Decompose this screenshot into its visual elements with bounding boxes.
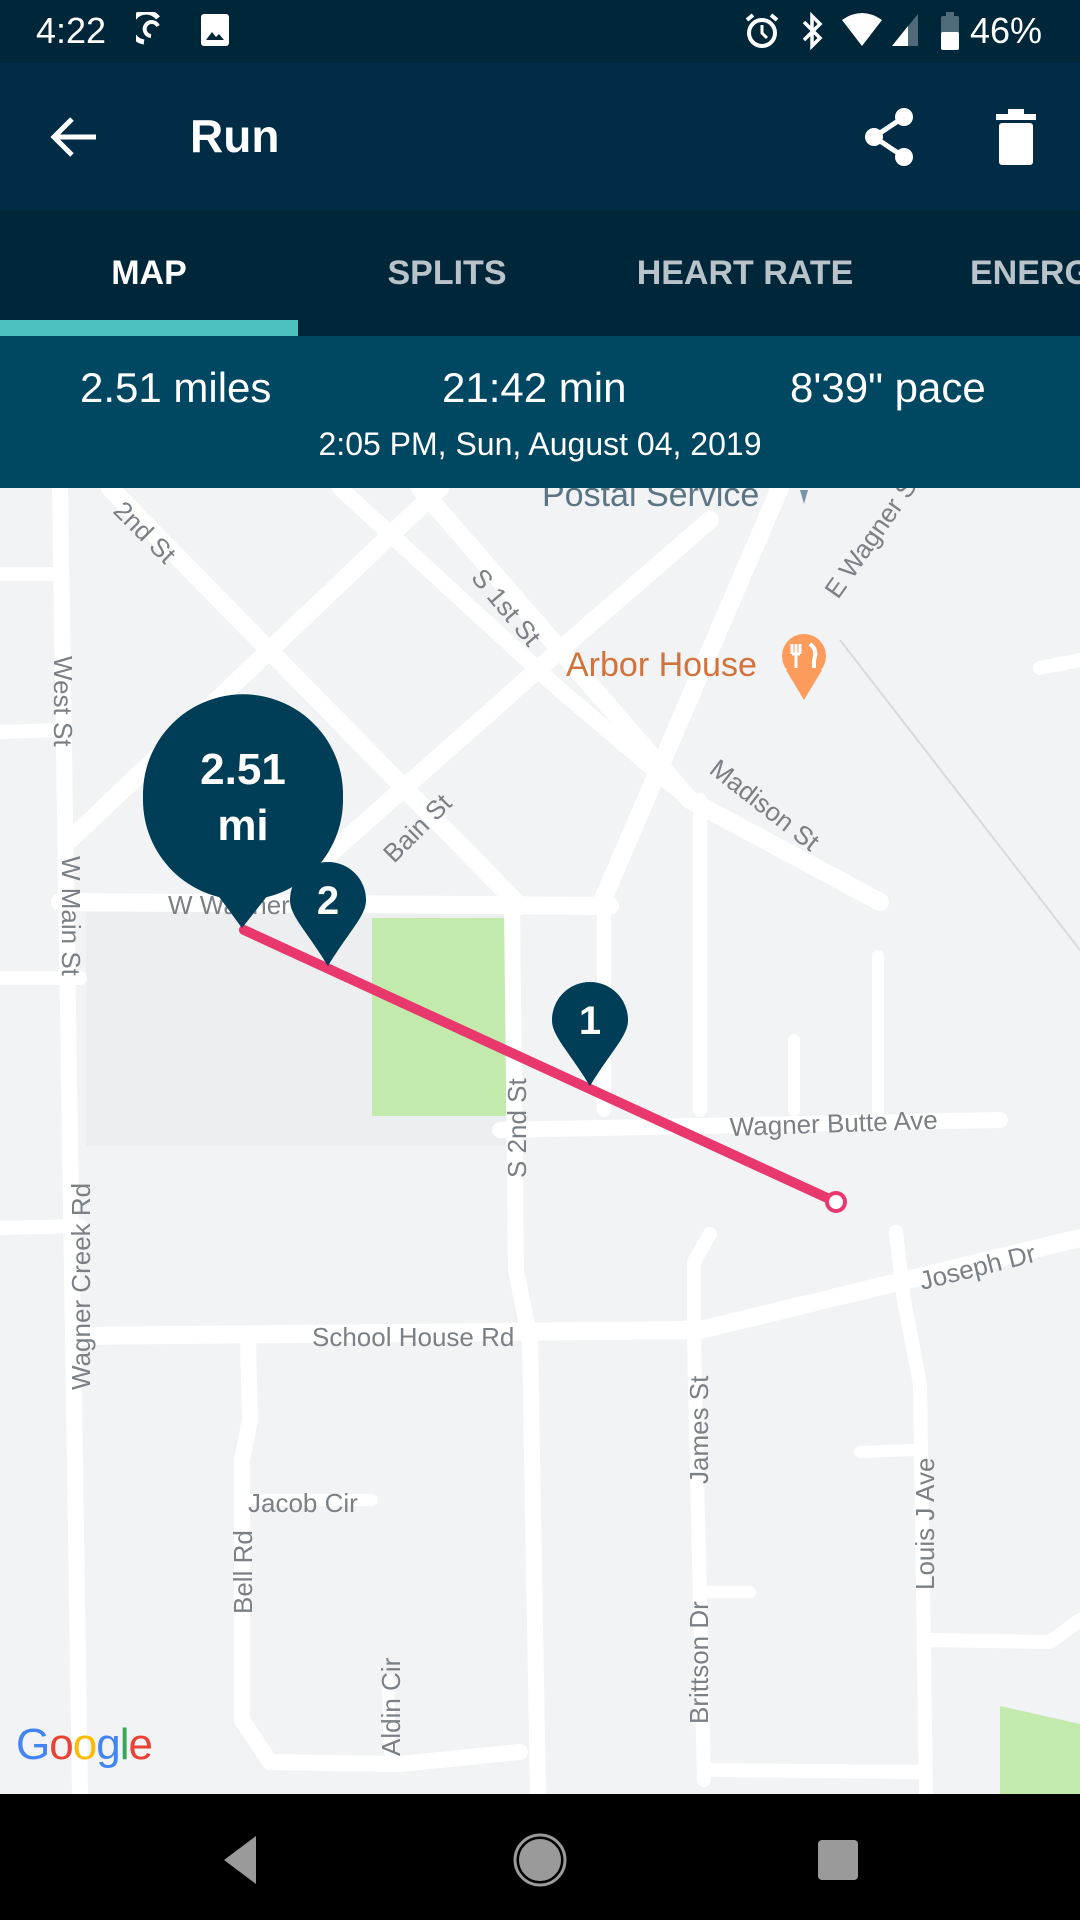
street-label: S 2nd St	[502, 1077, 532, 1178]
signal-icon	[892, 14, 918, 46]
split-marker-1[interactable]: 1	[552, 982, 628, 1086]
poi-label[interactable]: Arbor House	[566, 646, 757, 684]
tab-splits[interactable]: SPLITS	[298, 210, 596, 336]
workout-datetime: 2:05 PM, Sun, August 04, 2019	[318, 426, 762, 462]
street-label: School House Rd	[312, 1322, 514, 1352]
back-triangle-icon[interactable]	[210, 1830, 270, 1890]
system-nav-bar	[0, 1794, 1080, 1920]
distance-stat: 2.51 miles	[80, 364, 272, 411]
end-marker-value: 2.51	[200, 745, 286, 794]
status-bar: 4:22 46%	[0, 0, 1080, 63]
image-icon	[201, 14, 229, 46]
pace-stat: 8'39" pace	[790, 364, 986, 411]
street-label: Joseph Dr	[916, 1238, 1039, 1296]
battery-percent: 46%	[969, 10, 1042, 51]
street-label: E Wagner St	[818, 488, 927, 603]
alarm-icon	[745, 13, 779, 48]
street-label: Brittson Dr	[684, 1601, 714, 1724]
split-marker-label: 2	[317, 879, 339, 923]
poi-label[interactable]: Postal Service	[542, 488, 759, 514]
home-circle-icon[interactable]	[510, 1830, 570, 1890]
duration-stat: 21:42 min	[442, 364, 627, 411]
recents-square-icon[interactable]	[808, 1830, 868, 1890]
street-label: W Main St	[56, 856, 86, 977]
workout-summary: 2.51 miles 21:42 min 8'39" pace 2:05 PM,…	[0, 336, 1080, 488]
arrow-left-icon[interactable]	[48, 111, 100, 163]
street-label: James St	[684, 1375, 714, 1484]
restaurant-icon[interactable]	[782, 592, 826, 700]
street-label: 2nd St	[108, 495, 183, 570]
street-label: Bell Rd	[228, 1530, 258, 1614]
share-icon[interactable]	[862, 107, 918, 167]
tab-bar: MAP SPLITS HEART RATE ENERGY	[0, 210, 1080, 336]
trash-icon[interactable]	[996, 109, 1036, 165]
page-title: Run	[190, 110, 280, 162]
park-area-corner	[1000, 1706, 1080, 1794]
tab-heart-rate[interactable]: HEART RATE	[596, 210, 894, 336]
battery-icon	[941, 12, 959, 50]
tab-energy[interactable]: ENERGY	[894, 210, 1080, 336]
split-marker-label: 1	[579, 999, 601, 1043]
end-marker-unit: mi	[217, 801, 268, 850]
clock: 4:22	[36, 10, 107, 51]
active-tab-indicator	[0, 320, 298, 336]
bluetooth-icon	[802, 12, 823, 51]
sync-icon	[136, 12, 160, 45]
street-label: Louis J Ave	[910, 1457, 940, 1590]
street-label: Wagner Butte Ave	[729, 1105, 938, 1142]
route-map[interactable]: 2nd St S 1st St E Wagner St West St Madi…	[0, 488, 1080, 1794]
street-label: West St	[48, 656, 78, 747]
pin-icon	[800, 490, 808, 504]
street-label: Wagner Creek Rd	[66, 1183, 96, 1390]
street-label: Aldin Cir	[376, 1657, 406, 1756]
google-logo: Google	[16, 1720, 153, 1769]
tab-map[interactable]: MAP	[0, 210, 298, 336]
route-start-marker[interactable]	[825, 1191, 847, 1213]
street-label: Jacob Cir	[248, 1488, 358, 1518]
wifi-icon	[842, 13, 882, 46]
map-canvas[interactable]: 2nd St S 1st St E Wagner St West St Madi…	[0, 488, 1080, 1794]
app-bar: Run	[0, 63, 1080, 210]
